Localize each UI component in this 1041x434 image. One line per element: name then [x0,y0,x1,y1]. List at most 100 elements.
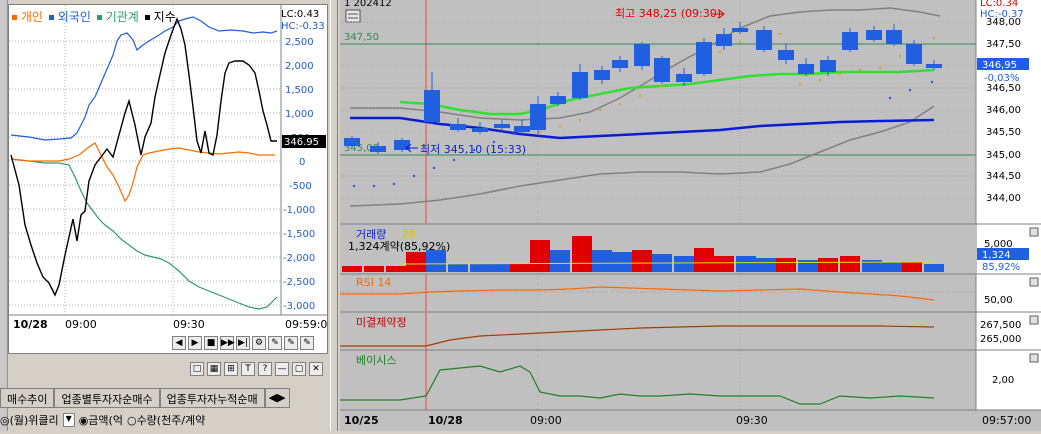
current-change: -0,03% [984,73,1019,84]
current-price: 346,95 [982,60,1017,71]
left-chart-toolbar: ◀ ▶ ■ ▶▶ ▶| ⚙ ✎ ✎ ✎ [172,336,314,350]
volume-bar [406,252,426,272]
basis-tick: 2,00 [992,375,1014,386]
lc-label: LC:0.43 [281,9,319,20]
dropdown-chevron-icon[interactable]: ▼ [62,413,75,427]
volume-bar [572,236,592,272]
x-label: 10/28 [428,414,463,427]
rsi-tick: 50,00 [984,295,1013,306]
high-price-label: 최고 348,25 (09:30) [615,7,721,20]
open-interest-title: 미결제약정 [356,315,407,329]
volume-current: 1,324 [982,250,1011,261]
radio-quantity[interactable]: ○수량(천주/계약 [127,412,205,428]
price-tick: 345,50 [986,127,1021,138]
hc-label: HC:-0.33 [281,21,325,32]
legend-index[interactable]: 지수 [144,8,176,25]
left-y-tick: 1,500 [285,85,314,96]
candle-body [798,64,814,74]
grid-icon[interactable]: ▦ [207,362,221,376]
candle-body [550,96,566,104]
candle-body [572,72,588,98]
legend-institution[interactable]: 기관계 [96,8,139,25]
futures-price-chart[interactable]: 1 202412 347,50 345,00 최고 348,25 (09:30)… [340,0,1041,431]
close-icon[interactable]: ✕ [309,362,323,376]
volume-bar [530,240,550,272]
volume-bar [882,262,902,272]
tab-buy-trend[interactable]: 매수추이 [0,388,55,408]
candle-body [906,44,922,64]
rsi-title: RSI 14 [356,276,391,289]
left-y-tick: 2,000 [285,61,314,72]
tab-scroll-icon[interactable]: ◀▶ [264,388,290,408]
text-icon[interactable]: T [241,362,255,376]
fast-forward-button[interactable]: ▶▶ [220,336,235,350]
candle-body [634,44,650,66]
volume-bar [386,266,406,272]
help-icon[interactable]: ? [258,362,272,376]
layout-icon[interactable]: ⊞ [224,362,238,376]
left-y-tick: -1,500 [283,229,315,240]
scroll-right-button[interactable]: ▶ [188,336,202,350]
volume-bar [924,264,944,272]
candle-body [370,146,386,152]
candle-body [676,74,692,82]
panel-divider[interactable] [330,0,338,431]
open-interest-line [340,325,935,347]
volume-bar [510,264,530,272]
volume-bar [364,266,384,272]
tab-bar: 매수추이 업종별투자자순매수 업종투자자누적순매 ◀▶ [0,388,290,408]
candle-body [514,126,530,132]
price-tick: 345,00 [986,150,1021,161]
volume-bar [342,266,362,272]
candle-body [926,64,942,68]
draw-tool-icon[interactable]: ✎ [300,336,314,350]
left-y-tick: 1,000 [285,109,314,120]
candle-body [344,138,360,146]
chart-settings-icon[interactable] [345,9,361,23]
tab-sector-investor-net-buy[interactable]: 업종별투자자순매수 [54,388,160,408]
lc-label: LC:0.34 [980,0,1018,9]
left-y-tick: 2,500 [285,37,314,48]
legend-foreign[interactable]: 외국인 [48,8,91,25]
price-tick: 344,50 [986,171,1021,182]
legend-individual[interactable]: 개인 [12,8,43,25]
low-price-label: 최저 345,10 (15:33) [420,143,526,156]
volume-bar [612,252,632,272]
candle-body [594,70,610,80]
end-button[interactable]: ▶| [236,336,250,350]
x-label: 09:30 [173,318,205,331]
maximize-icon[interactable]: ▢ [292,362,306,376]
volume-bar [470,264,490,272]
volume-bar [714,256,734,272]
window-icon[interactable]: □ [190,362,204,376]
candle-body [732,28,748,32]
stop-button[interactable]: ■ [204,336,218,350]
rsi-line [340,286,935,301]
candle-body [494,124,510,128]
left-gutter [0,0,8,431]
tab-sector-cumulative[interactable]: 업종투자자누적순매 [159,388,265,408]
draw-tool-icon[interactable]: ✎ [284,336,298,350]
scroll-left-button[interactable]: ◀ [172,336,186,350]
candle-body [424,90,440,122]
candle-body [472,128,488,132]
option-weekly[interactable]: ◎(월)위클리 [0,412,59,428]
minimize-icon[interactable]: — [275,362,289,376]
x-label: 10/25 [344,414,379,427]
settings-icon[interactable]: ⚙ [252,336,266,350]
volume-bar [632,250,652,272]
x-label: 09:30 [736,414,768,427]
volume-bar [840,256,860,272]
oi-tick: 267,500 [980,320,1021,331]
candle-body [450,124,466,130]
x-label: 09:59:0 [285,318,327,331]
basis-title: 베이시스 [356,354,396,367]
radio-amount[interactable]: ◉금액(억 [79,412,123,428]
volume-bar [592,250,612,272]
candle-body [886,30,902,44]
draw-tool-icon[interactable]: ✎ [268,336,282,350]
investor-flow-chart[interactable]: 2,500 2,000 1,500 1,000 500 0 -500 -1,00… [8,4,328,354]
x-label: 10/28 [13,318,48,331]
oi-tick: 265,000 [980,334,1021,345]
price-tick: 346,00 [986,105,1021,116]
